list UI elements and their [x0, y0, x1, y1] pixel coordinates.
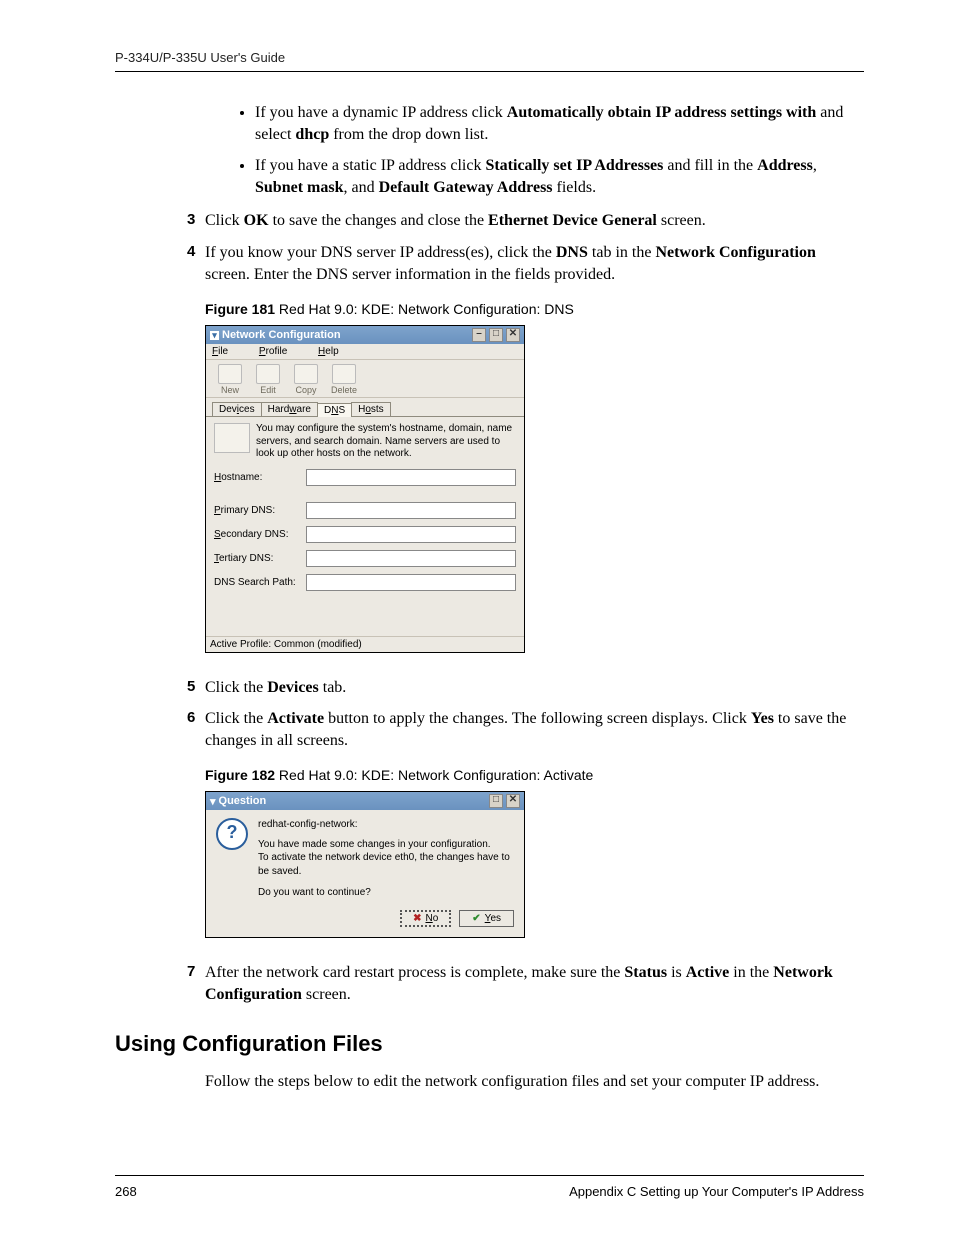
tab-dns[interactable]: DNS — [317, 403, 352, 417]
statusbar: Active Profile: Common (modified) — [206, 636, 524, 652]
figure-182-caption: Figure 182 Red Hat 9.0: KDE: Network Con… — [205, 767, 864, 783]
appendix-label: Appendix C Setting up Your Computer's IP… — [569, 1184, 864, 1199]
step-5: 5 Click the Devices tab. — [205, 677, 864, 699]
question-dialog: ▾ Question □ ✕ ? redhat-config-network: … — [205, 791, 525, 938]
new-icon — [218, 364, 242, 384]
close-button[interactable]: ✕ — [506, 328, 520, 342]
body-paragraph: Follow the steps below to edit the netwo… — [205, 1071, 864, 1093]
titlebar[interactable]: ▾ Network Configuration – □ ✕ — [206, 326, 524, 344]
bullet-dynamic-ip: If you have a dynamic IP address click A… — [255, 102, 864, 145]
tab-hosts[interactable]: Hosts — [351, 402, 391, 416]
menubar: File Profile Help — [206, 344, 524, 360]
primary-dns-input[interactable] — [306, 502, 516, 519]
window-menu-icon[interactable]: ▾ — [210, 795, 216, 808]
top-rule — [115, 71, 864, 72]
delete-button[interactable]: Delete — [326, 364, 362, 395]
step-4: 4 If you know your DNS server IP address… — [205, 242, 864, 285]
tab-devices[interactable]: Devices — [212, 402, 262, 416]
delete-icon — [332, 364, 356, 384]
copy-button[interactable]: Copy — [288, 364, 324, 395]
ok-icon: ✔ — [472, 913, 480, 924]
edit-icon — [256, 364, 280, 384]
page-footer: 268 Appendix C Setting up Your Computer'… — [115, 1175, 864, 1199]
window-title: Network Configuration — [222, 329, 469, 341]
running-head: P-334U/P-335U User's Guide — [115, 50, 864, 65]
step-number: 3 — [187, 210, 195, 230]
close-button[interactable]: ✕ — [506, 794, 520, 808]
edit-button[interactable]: Edit — [250, 364, 286, 395]
question-text: redhat-config-network: You have made som… — [258, 818, 514, 900]
secondary-dns-input[interactable] — [306, 526, 516, 543]
hostname-label: Hostname: — [214, 472, 300, 483]
copy-icon — [294, 364, 318, 384]
dns-info-icon — [214, 423, 250, 453]
window-title: Question — [219, 795, 486, 807]
search-path-input[interactable] — [306, 574, 516, 591]
menu-file[interactable]: File — [212, 346, 242, 357]
search-path-label: DNS Search Path: — [214, 577, 300, 588]
no-button[interactable]: ✖ No — [400, 910, 451, 927]
new-button[interactable]: New — [212, 364, 248, 395]
tabstrip: Devices Hardware DNS Hosts — [206, 398, 524, 417]
figure-181-caption: Figure 181 Red Hat 9.0: KDE: Network Con… — [205, 301, 864, 317]
menu-profile[interactable]: Profile — [259, 346, 301, 357]
minimize-button[interactable]: – — [472, 328, 486, 342]
bullet-static-ip: If you have a static IP address click St… — [255, 155, 864, 198]
hostname-input[interactable] — [306, 469, 516, 486]
cancel-icon: ✖ — [413, 913, 421, 924]
tab-hardware[interactable]: Hardware — [261, 402, 318, 416]
question-icon: ? — [216, 818, 248, 850]
maximize-button[interactable]: □ — [489, 328, 503, 342]
dns-panel: You may configure the system's hostname,… — [206, 417, 524, 636]
window-menu-icon[interactable]: ▾ — [210, 331, 219, 340]
menu-help[interactable]: Help — [318, 346, 353, 357]
secondary-dns-label: Secondary DNS: — [214, 529, 300, 540]
network-config-dialog: ▾ Network Configuration – □ ✕ File Profi… — [205, 325, 525, 653]
tertiary-dns-label: Tertiary DNS: — [214, 553, 300, 564]
step-number: 5 — [187, 677, 195, 697]
titlebar[interactable]: ▾ Question □ ✕ — [206, 792, 524, 810]
step-number: 7 — [187, 962, 195, 982]
tertiary-dns-input[interactable] — [306, 550, 516, 567]
step-6: 6 Click the Activate button to apply the… — [205, 708, 864, 751]
step-7: 7 After the network card restart process… — [205, 962, 864, 1005]
primary-dns-label: Primary DNS: — [214, 505, 300, 516]
bullet-list: If you have a dynamic IP address click A… — [205, 102, 864, 198]
yes-button[interactable]: ✔ Yes — [459, 910, 514, 927]
section-heading: Using Configuration Files — [115, 1031, 864, 1057]
dns-info-text: You may configure the system's hostname,… — [256, 423, 516, 461]
step-number: 6 — [187, 708, 195, 728]
step-number: 4 — [187, 242, 195, 262]
maximize-button[interactable]: □ — [489, 794, 503, 808]
page-number: 268 — [115, 1184, 137, 1199]
toolbar: New Edit Copy Delete — [206, 360, 524, 398]
step-3: 3 Click OK to save the changes and close… — [205, 210, 864, 232]
